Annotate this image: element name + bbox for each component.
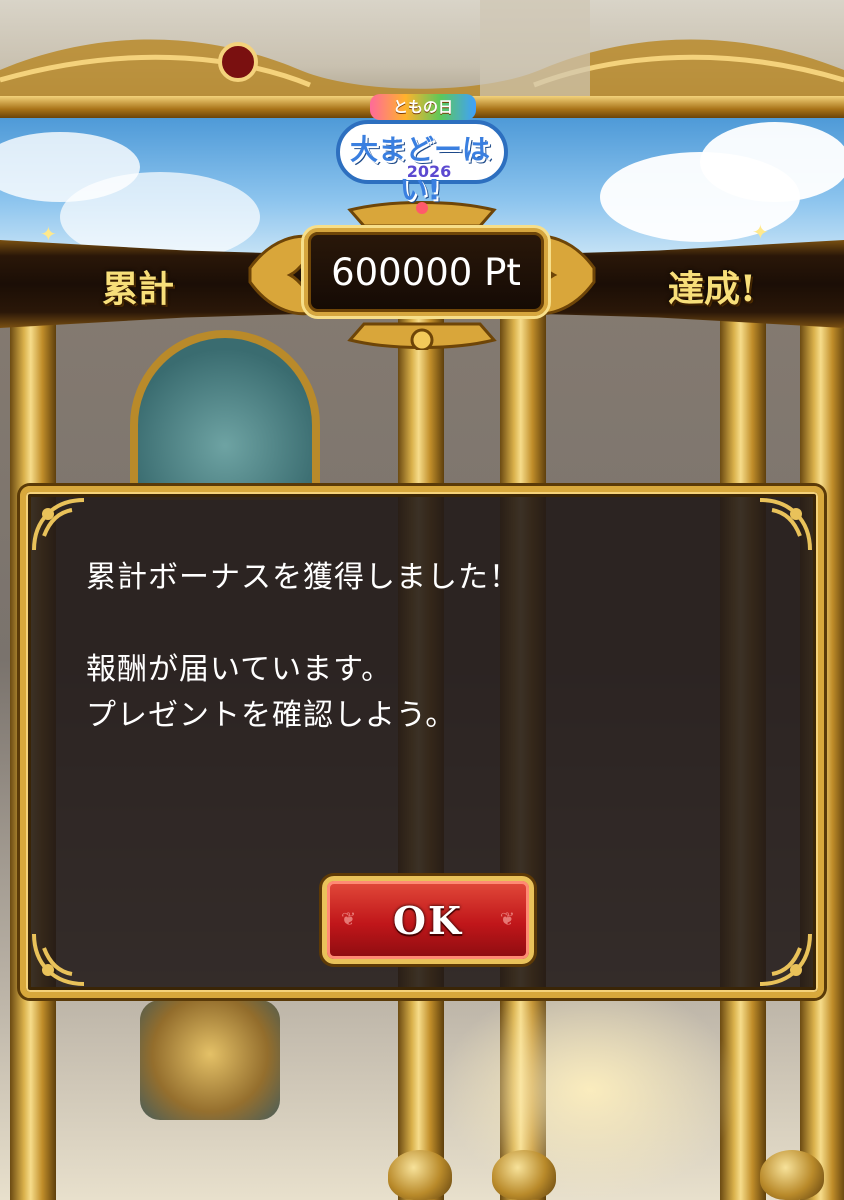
points-plaque: 600000 Pt	[230, 200, 614, 350]
logo-subtitle: ともの日	[370, 94, 476, 120]
ok-button[interactable]: ❦ ❦ OK	[322, 876, 534, 964]
reward-dialog: 累計ボーナスを獲得しました！ 報酬が届いています。 プレゼントを確認しよう。 ❦…	[20, 486, 824, 998]
sparkle-icon: ✦	[752, 220, 769, 244]
event-logo: ともの日 大まどーはい! 2026	[330, 92, 516, 206]
ok-label: OK	[392, 897, 464, 943]
corner-ornament	[32, 933, 85, 986]
present-message: プレゼントを確認しよう。	[86, 698, 457, 733]
button-flourish-icon: ❦	[499, 909, 515, 930]
logo-year: 2026	[406, 162, 452, 181]
pillar-base	[388, 1150, 452, 1200]
button-flourish-icon: ❦	[341, 909, 357, 930]
corner-ornament	[32, 498, 85, 551]
points-value: 600000 Pt	[331, 250, 521, 294]
light-glow	[440, 980, 740, 1200]
cumulative-label: 累計	[102, 268, 175, 310]
pillar-base	[492, 1150, 556, 1200]
golden-emblem	[140, 1000, 280, 1120]
points-display: 600000 Pt	[304, 228, 548, 316]
pillar-base	[760, 1150, 824, 1200]
bonus-message: 累計ボーナスを獲得しました！	[86, 560, 520, 595]
cloud	[700, 122, 844, 202]
corner-ornament	[759, 933, 812, 986]
corner-ornament	[759, 498, 812, 551]
sparkle-icon: ✦	[40, 222, 57, 246]
achieved-label: 達成!	[668, 268, 756, 310]
reward-message: 報酬が届いています。	[86, 652, 393, 687]
